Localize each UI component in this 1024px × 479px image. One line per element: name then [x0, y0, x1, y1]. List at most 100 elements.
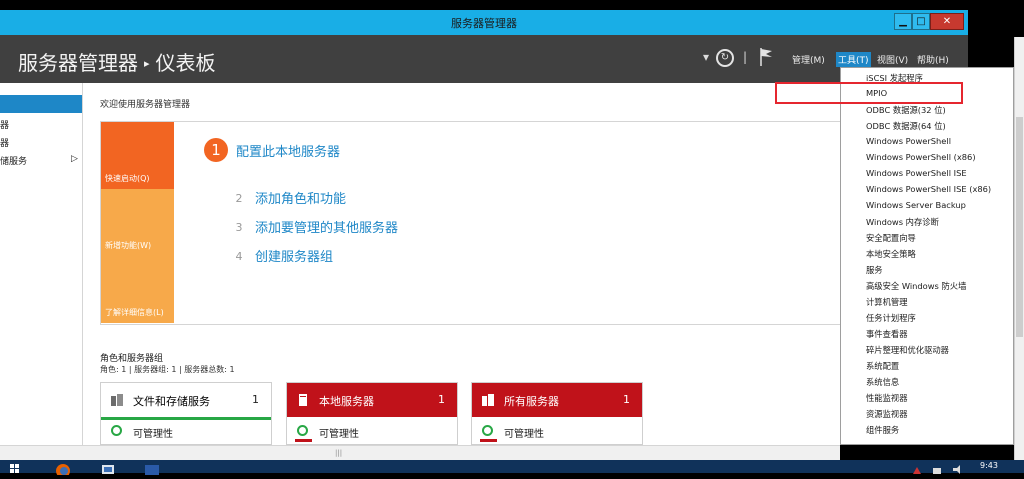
manageability-row[interactable]: 可管理性	[472, 420, 642, 442]
menu-help[interactable]: 帮助(H)	[915, 52, 951, 67]
menu-item-powershell-x86[interactable]: Windows PowerShell (x86)	[866, 152, 976, 162]
sidebar-item-file-storage[interactable]: 储服务 ▷	[0, 154, 82, 172]
manageability-row[interactable]: 可管理性	[101, 420, 271, 442]
menu-item-powershell-ise[interactable]: Windows PowerShell ISE	[866, 168, 967, 178]
step-number: 1	[204, 138, 228, 162]
start-button[interactable]	[0, 460, 30, 473]
step-configure-local-server[interactable]: 1 配置此本地服务器	[204, 138, 340, 162]
role-tile-file-storage[interactable]: 文件和存储服务 1 可管理性	[100, 382, 272, 445]
menu-item-powershell[interactable]: Windows PowerShell	[866, 136, 951, 146]
header-divider: |	[743, 50, 748, 64]
step-number: 3	[235, 221, 243, 234]
scrollbar-thumb[interactable]	[1016, 117, 1023, 337]
menu-item-component-services[interactable]: 组件服务	[866, 424, 899, 436]
close-button[interactable]: ✕	[930, 13, 964, 30]
taskbar-powershell[interactable]	[133, 460, 169, 475]
taskbar: 9:43	[0, 460, 1024, 478]
server-icon	[299, 394, 307, 406]
tile-quick-start[interactable]: 快速启动(Q)	[101, 122, 174, 189]
windows-logo-icon	[10, 464, 19, 473]
tile-new-features[interactable]: 新增功能(W)	[101, 189, 174, 256]
tile-count: 1	[623, 393, 630, 406]
menu-item-task-scheduler[interactable]: 任务计划程序	[866, 312, 916, 324]
tile-name: 文件和存储服务	[133, 395, 210, 408]
taskbar-server-manager[interactable]	[90, 460, 126, 474]
refresh-icon[interactable]: ↻	[716, 49, 734, 67]
tile-header[interactable]: 所有服务器 1	[472, 383, 642, 417]
tools-menu-dropdown: iSCSI 发起程序 MPIO ODBC 数据源(32 位) ODBC 数据源(…	[840, 67, 1014, 445]
menu-item-odbc-64[interactable]: ODBC 数据源(64 位)	[866, 120, 946, 132]
sidebar-item-all-servers[interactable]: 器	[0, 136, 9, 154]
step-number: 2	[235, 192, 243, 205]
step-link[interactable]: 添加要管理的其他服务器	[255, 221, 398, 236]
sidebar-item-dashboard[interactable]	[0, 95, 82, 113]
menu-item-defrag[interactable]: 碎片整理和优化驱动器	[866, 344, 949, 356]
vertical-scrollbar[interactable]	[1014, 37, 1024, 460]
tile-header[interactable]: 本地服务器 1	[287, 383, 457, 417]
role-tile-local-server[interactable]: 本地服务器 1 可管理性	[286, 382, 458, 445]
menu-tools[interactable]: 工具(T)	[836, 52, 871, 67]
horizontal-scrollbar[interactable]: |||	[0, 445, 840, 460]
mpio-highlight-box	[775, 82, 963, 104]
manageability-label: 可管理性	[133, 429, 173, 440]
manageability-label: 可管理性	[319, 429, 359, 440]
step-number: 4	[235, 250, 243, 263]
role-tile-all-servers[interactable]: 所有服务器 1 可管理性	[471, 382, 643, 445]
sidebar-item-local-server[interactable]: 器	[0, 118, 9, 136]
menu-item-memory-diagnostic[interactable]: Windows 内存诊断	[866, 216, 939, 228]
server-manager-icon	[102, 465, 114, 474]
step-add-roles[interactable]: 2 添加角色和功能	[231, 188, 347, 207]
manageability-row[interactable]: 可管理性	[287, 420, 457, 442]
flag-icon[interactable]	[758, 47, 774, 67]
menu-item-system-information[interactable]: 系统信息	[866, 376, 899, 388]
tile-new-features-label: 新增功能(W)	[105, 241, 152, 250]
status-up-icon	[297, 425, 308, 436]
tray-icons	[913, 465, 960, 474]
minimize-button[interactable]: ▁	[894, 13, 912, 30]
maximize-button[interactable]: □	[912, 13, 930, 30]
window-title: 服务器管理器	[451, 17, 517, 30]
taskbar-firefox[interactable]	[45, 460, 81, 478]
menu-view[interactable]: 视图(V)	[875, 52, 910, 67]
breadcrumb-separator-icon: ▸	[144, 57, 150, 70]
tile-count: 1	[438, 393, 445, 406]
history-dropdown-icon[interactable]: ▾	[703, 50, 709, 64]
step-link[interactable]: 添加角色和功能	[255, 192, 346, 207]
step-link[interactable]: 配置此本地服务器	[236, 145, 340, 160]
breadcrumb-app[interactable]: 服务器管理器	[18, 51, 138, 75]
scroll-grip-icon[interactable]: |||	[335, 449, 342, 457]
menu-item-computer-management[interactable]: 计算机管理	[866, 296, 908, 308]
file-storage-icon	[111, 394, 123, 406]
menu-manage[interactable]: 管理(M)	[790, 52, 827, 67]
taskbar-clock[interactable]: 9:43	[980, 461, 998, 470]
tile-name: 本地服务器	[319, 395, 374, 408]
tile-header[interactable]: 文件和存储服务 1	[101, 383, 271, 417]
expand-arrow-icon[interactable]: ▷	[71, 154, 78, 164]
menu-item-server-backup[interactable]: Windows Server Backup	[866, 200, 966, 210]
step-link[interactable]: 创建服务器组	[255, 250, 333, 265]
tile-learn-more[interactable]: 了解详细信息(L)	[101, 256, 174, 323]
tile-name: 所有服务器	[504, 395, 559, 408]
menu-item-powershell-ise-x86[interactable]: Windows PowerShell ISE (x86)	[866, 184, 991, 194]
menu-item-security-config-wizard[interactable]: 安全配置向导	[866, 232, 916, 244]
menu-item-odbc-32[interactable]: ODBC 数据源(32 位)	[866, 104, 946, 116]
menu-item-system-configuration[interactable]: 系统配置	[866, 360, 899, 372]
sidebar-item-label: 储服务	[0, 157, 28, 167]
system-tray[interactable]	[905, 460, 975, 474]
alert-indicator	[480, 439, 497, 442]
step-add-servers[interactable]: 3 添加要管理的其他服务器	[231, 217, 399, 236]
left-navigation: 器 器 储服务 ▷	[0, 83, 83, 460]
menu-item-local-security-policy[interactable]: 本地安全策略	[866, 248, 916, 260]
breadcrumb: 服务器管理器 ▸ 仪表板	[18, 47, 216, 76]
servers-icon	[482, 394, 494, 406]
menu-item-firewall[interactable]: 高级安全 Windows 防火墙	[866, 280, 966, 292]
menu-item-performance-monitor[interactable]: 性能监视器	[866, 392, 908, 404]
roles-summary: 角色: 1 | 服务器组: 1 | 服务器总数: 1	[100, 365, 235, 374]
powershell-icon	[145, 465, 159, 475]
menu-item-services[interactable]: 服务	[866, 264, 883, 276]
menu-item-event-viewer[interactable]: 事件查看器	[866, 328, 908, 340]
menu-item-resource-monitor[interactable]: 资源监视器	[866, 408, 908, 420]
step-create-group[interactable]: 4 创建服务器组	[231, 246, 334, 265]
status-up-icon	[482, 425, 493, 436]
window-title-bar[interactable]: 服务器管理器 ▁ □ ✕	[0, 10, 968, 35]
